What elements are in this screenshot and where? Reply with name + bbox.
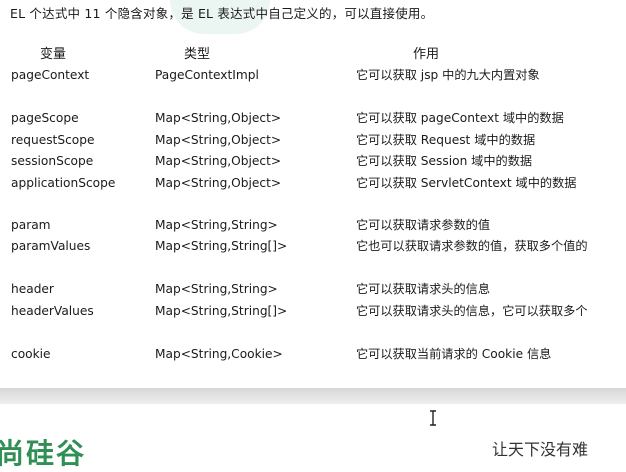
table-row: param Map<String,String> 它可以获取请求参数的值 (0, 216, 626, 234)
header-type: 类型 (184, 47, 211, 62)
table-row: pageScope Map<String,Object> 它可以获取 pageC… (0, 109, 626, 127)
table-row: headerValues Map<String,String[]> 它可以获取请… (0, 302, 626, 320)
row-usage: 它可以获取 pageContext 域中的数据 (356, 111, 564, 125)
row-usage: 它可以获取 ServletContext 域中的数据 (356, 176, 577, 190)
table-row: paramValues Map<String,String[]> 它也可以获取请… (0, 237, 626, 255)
row-variable: cookie (11, 347, 51, 361)
table-row: applicationScope Map<String,Object> 它可以获… (0, 174, 626, 192)
row-usage: 它可以获取 Request 域中的数据 (356, 133, 536, 147)
row-variable: applicationScope (11, 176, 116, 190)
header-usage: 作用 (413, 47, 440, 62)
table-row: header Map<String,String> 它可以获取请求头的信息 (0, 280, 626, 298)
row-variable: headerValues (11, 304, 94, 318)
row-type: Map<String,Object> (155, 176, 282, 190)
row-type: Map<String,String[]> (155, 304, 288, 318)
header-variable: 变量 (40, 47, 67, 62)
row-variable: sessionScope (11, 154, 94, 168)
row-usage: 它可以获取 jsp 中的九大内置对象 (356, 68, 540, 82)
row-type: Map<String,Object> (155, 154, 282, 168)
row-variable: paramValues (11, 239, 91, 253)
row-variable: header (11, 282, 54, 296)
row-usage: 它可以获取请求头的信息 (356, 282, 491, 296)
row-variable: pageScope (11, 111, 79, 125)
row-usage: 它可以获取请求参数的值 (356, 218, 491, 232)
row-variable: requestScope (11, 133, 95, 147)
intro-text: EL 个达式中 11 个隐含对象，是 EL 表达式中自己定义的，可以直接使用。 (10, 6, 434, 21)
page-divider (0, 388, 626, 404)
slogan-text: 让天下没有难 (492, 440, 589, 459)
row-type: Map<String,Object> (155, 111, 282, 125)
row-type: Map<String,String> (155, 282, 278, 296)
row-usage: 它可以获取 Session 域中的数据 (356, 154, 533, 168)
row-usage: 它可以获取请求头的信息，它可以获取多个 (356, 304, 588, 318)
row-type: PageContextImpl (155, 68, 259, 82)
brand-logo-text: 尚硅谷 (0, 437, 87, 470)
document-page: EL 个达式中 11 个隐含对象，是 EL 表达式中自己定义的，可以直接使用。 … (0, 0, 626, 388)
row-variable: param (11, 218, 51, 232)
next-page-area: 尚硅谷 让天下没有难 (0, 404, 626, 470)
row-type: Map<String,Cookie> (155, 347, 283, 361)
row-usage: 它可以获取当前请求的 Cookie 信息 (356, 347, 552, 361)
table-row: pageContext PageContextImpl 它可以获取 jsp 中的… (0, 66, 626, 84)
table-row: requestScope Map<String,Object> 它可以获取 Re… (0, 131, 626, 149)
row-usage: 它也可以获取请求参数的值，获取多个值的 (356, 239, 588, 253)
row-type: Map<String,String> (155, 218, 278, 232)
table-row: cookie Map<String,Cookie> 它可以获取当前请求的 Coo… (0, 345, 626, 363)
row-type: Map<String,Object> (155, 133, 282, 147)
table-row: sessionScope Map<String,Object> 它可以获取 Se… (0, 152, 626, 170)
text-cursor-icon (430, 410, 436, 426)
row-variable: pageContext (11, 68, 90, 82)
row-type: Map<String,String[]> (155, 239, 288, 253)
